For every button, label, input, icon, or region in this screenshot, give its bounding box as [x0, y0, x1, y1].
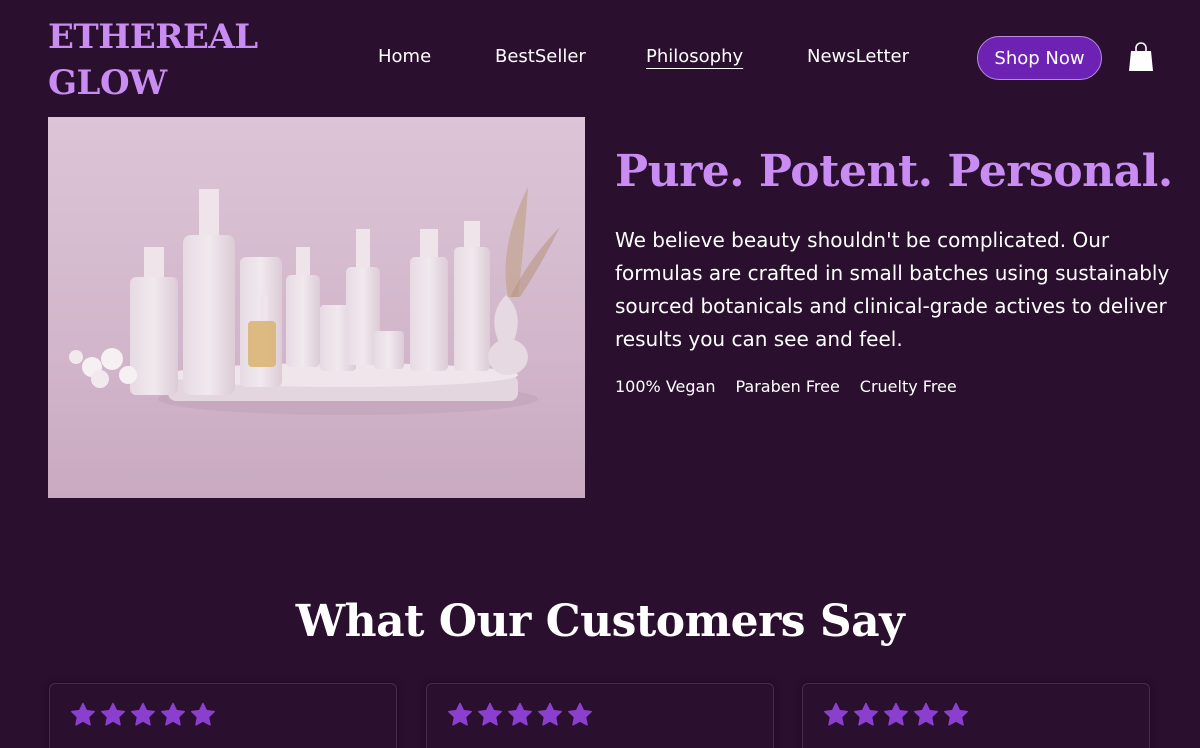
star-icon — [568, 702, 592, 726]
star-icon — [71, 702, 95, 726]
tag-vegan: 100% Vegan — [615, 377, 716, 396]
testimonial-card — [426, 683, 774, 748]
testimonials-title: What Our Customers Say — [295, 596, 905, 647]
star-icon — [191, 702, 215, 726]
star-rating — [447, 702, 593, 728]
star-icon — [508, 702, 532, 726]
star-rating — [70, 702, 216, 728]
nav-bestseller[interactable]: BestSeller — [495, 46, 586, 67]
feature-tags: 100% Vegan Paraben Free Cruelty Free — [615, 377, 957, 396]
brand-line-1: ETHEREAL — [48, 17, 258, 57]
hero-product-image — [48, 117, 585, 498]
nav-newsletter[interactable]: NewsLetter — [807, 46, 909, 67]
star-icon — [101, 702, 125, 726]
tag-cruelty-free: Cruelty Free — [859, 377, 957, 396]
shopping-bag-icon[interactable] — [1128, 42, 1154, 72]
star-icon — [131, 702, 155, 726]
brand-logo[interactable]: ETHEREAL GLOW — [48, 14, 258, 106]
star-icon — [884, 702, 908, 726]
nav-home[interactable]: Home — [378, 46, 431, 67]
star-rating — [823, 702, 969, 728]
hero-description: We believe beauty shouldn't be complicat… — [615, 228, 1170, 351]
shop-now-button[interactable]: Shop Now — [977, 36, 1102, 80]
star-icon — [448, 702, 472, 726]
star-icon — [854, 702, 878, 726]
star-icon — [824, 702, 848, 726]
star-icon — [478, 702, 502, 726]
brand-line-2: GLOW — [48, 63, 167, 103]
star-icon — [538, 702, 562, 726]
tag-paraben-free: Paraben Free — [735, 377, 840, 396]
page: ETHEREAL GLOW Home BestSeller Philosophy… — [0, 0, 1200, 748]
testimonial-card — [49, 683, 397, 748]
testimonial-card — [802, 683, 1150, 748]
star-icon — [944, 702, 968, 726]
star-icon — [914, 702, 938, 726]
hero-title: Pure. Potent. Personal. — [615, 146, 1173, 197]
star-icon — [161, 702, 185, 726]
product-photo-illustration — [48, 117, 585, 498]
nav-philosophy[interactable]: Philosophy — [646, 46, 743, 67]
